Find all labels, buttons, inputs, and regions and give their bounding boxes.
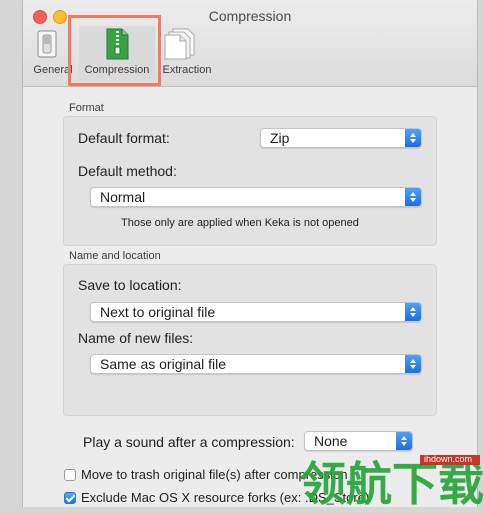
format-group-box: Default format: Zip Default method: Norm… (63, 116, 437, 246)
toolbar-tab-extraction[interactable]: Extraction (155, 26, 219, 80)
default-method-value: Normal (100, 189, 146, 205)
format-note: Those only are applied when Keka is not … (121, 217, 359, 229)
section-label-name-location: Name and location (69, 250, 161, 262)
move-to-trash-checkbox[interactable] (64, 469, 76, 481)
name-new-files-label: Name of new files: (78, 330, 194, 346)
popup-arrows-icon (405, 188, 421, 206)
toolbar-label-extraction: Extraction (162, 64, 212, 76)
default-format-value: Zip (270, 130, 290, 146)
name-location-group-box: Save to location: Next to original file … (63, 264, 437, 416)
default-method-label: Default method: (78, 163, 177, 179)
default-format-popup[interactable]: Zip (260, 128, 422, 148)
watermark-site-badge: ihdown.com (420, 454, 480, 465)
popup-arrows-icon (405, 355, 421, 373)
play-sound-value: None (314, 433, 348, 449)
name-new-files-popup[interactable]: Same as original file (90, 354, 422, 374)
name-new-files-value: Same as original file (100, 356, 227, 372)
popup-arrows-icon (405, 303, 421, 321)
save-to-location-popup[interactable]: Next to original file (90, 302, 422, 322)
popup-arrows-icon (405, 129, 421, 147)
play-sound-label: Play a sound after a compression: (83, 434, 295, 450)
default-format-label: Default format: (78, 130, 170, 146)
save-to-location-label: Save to location: (78, 277, 182, 293)
documents-icon (164, 28, 195, 60)
section-label-format: Format (69, 102, 104, 114)
watermark-site: ihdown.com (424, 454, 473, 464)
switch-icon (37, 30, 57, 58)
annotation-highlight-box (68, 15, 161, 86)
default-method-popup[interactable]: Normal (90, 187, 422, 207)
save-to-location-value: Next to original file (100, 304, 216, 320)
exclude-forks-checkbox[interactable] (64, 492, 76, 504)
preferences-window: Compression General Compression Extracti… (22, 0, 478, 507)
